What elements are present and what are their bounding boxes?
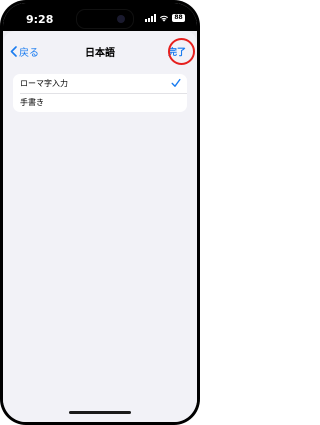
navigation-bar: 戻る 日本語 完了 (3, 31, 197, 69)
battery-icon: 88 (172, 14, 185, 22)
phone-frame: 9:28 88 戻る 日本語 完了 ローマ字入力 手書き (0, 0, 200, 425)
keyboard-settings-sheet: 戻る 日本語 完了 ローマ字入力 手書き (3, 31, 197, 422)
highlight-circle (168, 38, 195, 65)
dynamic-island (76, 9, 134, 29)
screen: 9:28 88 戻る 日本語 完了 ローマ字入力 手書き (3, 3, 197, 422)
list-item-romaji[interactable]: ローマ字入力 (13, 74, 187, 93)
home-indicator[interactable] (69, 411, 131, 414)
wifi-icon (160, 15, 168, 22)
status-bar: 9:28 88 (3, 3, 197, 31)
camera-icon (117, 15, 125, 23)
status-icons: 88 (145, 14, 185, 22)
cellular-signal-icon (145, 14, 156, 22)
list-item-handwriting[interactable]: 手書き (13, 93, 187, 112)
list-item-label: 手書き (20, 98, 44, 107)
status-time: 9:28 (26, 13, 54, 26)
list-item-label: ローマ字入力 (20, 79, 68, 88)
keyboard-list: ローマ字入力 手書き (13, 74, 187, 112)
checkmark-icon (171, 78, 181, 87)
